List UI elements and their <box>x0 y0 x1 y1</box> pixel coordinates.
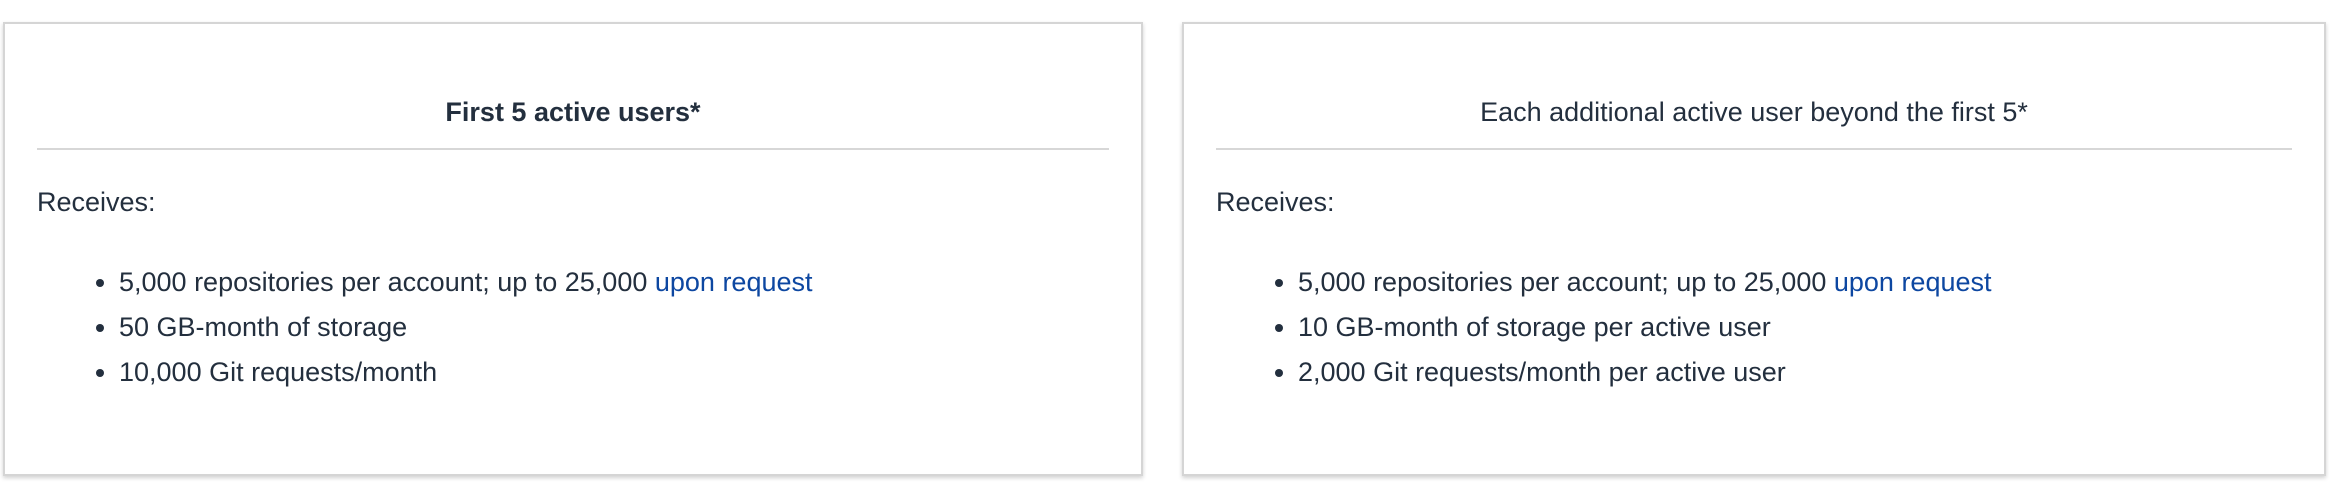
card-heading: First 5 active users* <box>445 97 701 127</box>
receives-label: Receives: <box>1216 187 1335 217</box>
list-item-storage: 10 GB-month of storage per active user <box>1298 305 1992 350</box>
list-item-storage: 50 GB-month of storage <box>119 305 813 350</box>
pricing-card-first-5-users: First 5 active users* Receives: 5,000 re… <box>3 22 1143 476</box>
benefits-list: 5,000 repositories per account; up to 25… <box>1216 260 1992 395</box>
list-item-text: 2,000 Git requests/month per active user <box>1298 357 1786 387</box>
card-divider <box>1216 148 2292 150</box>
upon-request-link[interactable]: upon request <box>655 267 813 297</box>
receives-label: Receives: <box>37 187 156 217</box>
list-item-text: 10 GB-month of storage per active user <box>1298 312 1771 342</box>
list-item-text: 50 GB-month of storage <box>119 312 408 342</box>
pricing-card-additional-users: Each additional active user beyond the f… <box>1182 22 2326 476</box>
list-item-git-requests: 10,000 Git requests/month <box>119 350 813 395</box>
card-divider <box>37 148 1109 150</box>
list-item-git-requests: 2,000 Git requests/month per active user <box>1298 350 1992 395</box>
list-item-repositories: 5,000 repositories per account; up to 25… <box>1298 260 1992 305</box>
list-item-text: 10,000 Git requests/month <box>119 357 438 387</box>
list-item-repositories: 5,000 repositories per account; up to 25… <box>119 260 813 305</box>
benefits-list: 5,000 repositories per account; up to 25… <box>37 260 813 395</box>
list-item-text: 5,000 repositories per account; up to 25… <box>1298 267 1834 297</box>
list-item-text: 5,000 repositories per account; up to 25… <box>119 267 655 297</box>
upon-request-link[interactable]: upon request <box>1834 267 1992 297</box>
card-heading: Each additional active user beyond the f… <box>1480 97 2028 127</box>
